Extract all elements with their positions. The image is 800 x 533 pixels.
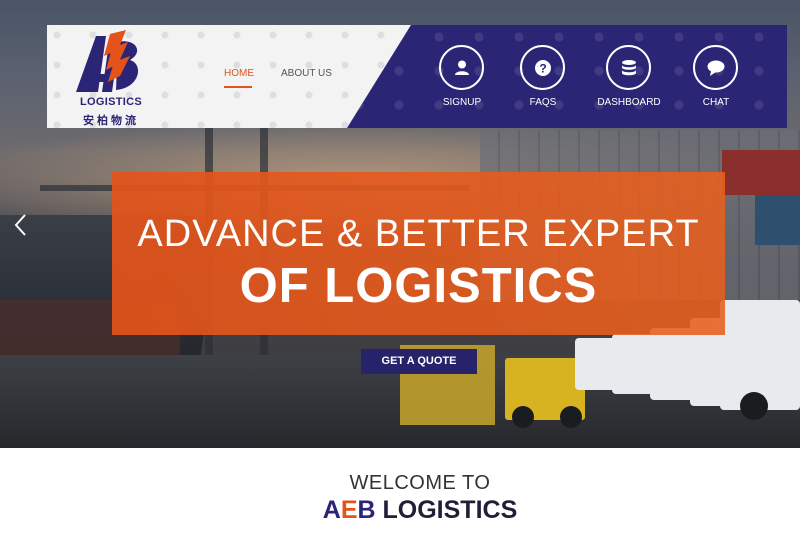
blue-container [755,195,800,245]
nav-chat-circle [693,45,738,90]
brand-name-rest: LOGISTICS [375,496,518,524]
chevron-left-icon[interactable] [10,210,32,240]
hero-headline: ADVANCE & BETTER EXPERT [137,213,700,255]
site-header: LOGISTICS 安柏物流 HOME ABOUT US SIGNUP ? FA… [47,25,787,128]
logo[interactable]: LOGISTICS 安柏物流 [71,30,151,127]
active-nav-underline [224,86,252,88]
logo-name: LOGISTICS [80,96,142,108]
wheel [740,392,768,420]
nav-signup-label: SIGNUP [442,97,482,108]
chat-bubble-icon [707,60,725,76]
nav-signup[interactable]: SIGNUP [417,45,507,115]
logo-mark-icon [76,30,139,92]
svg-text:?: ? [539,62,546,76]
logo-chinese-name: 安柏物流 [83,115,139,127]
brand-letter-e: E [340,496,358,524]
brand-letter-b: B [357,496,376,524]
user-icon [455,60,469,75]
red-container [722,150,800,195]
nav-signup-circle [439,45,484,90]
hero-headline-strong: OF LOGISTICS [239,259,598,313]
nav-faqs-circle: ? [520,45,565,90]
nav-chat-label: CHAT [702,97,730,108]
nav-dashboard-label: DASHBOARD [597,97,661,108]
nav-dashboard-circle [606,45,651,90]
get-a-quote-button[interactable]: GET A QUOTE [361,349,477,374]
nav-faqs[interactable]: ? FAQS [498,45,588,115]
welcome-heading: WELCOME TO [349,472,491,494]
wheel [512,406,534,428]
nav-faqs-label: FAQS [529,97,557,108]
database-icon [622,60,636,76]
nav-dashboard[interactable]: DASHBOARD [584,45,674,115]
nav-about-us[interactable]: ABOUT US [281,68,332,79]
brand-letter-a: A [322,496,341,524]
nav-home[interactable]: HOME [224,68,254,79]
question-icon: ? [535,60,551,76]
welcome-brand: AEB LOGISTICS [0,496,800,525]
wheel [560,406,582,428]
nav-chat[interactable]: CHAT [671,45,761,115]
